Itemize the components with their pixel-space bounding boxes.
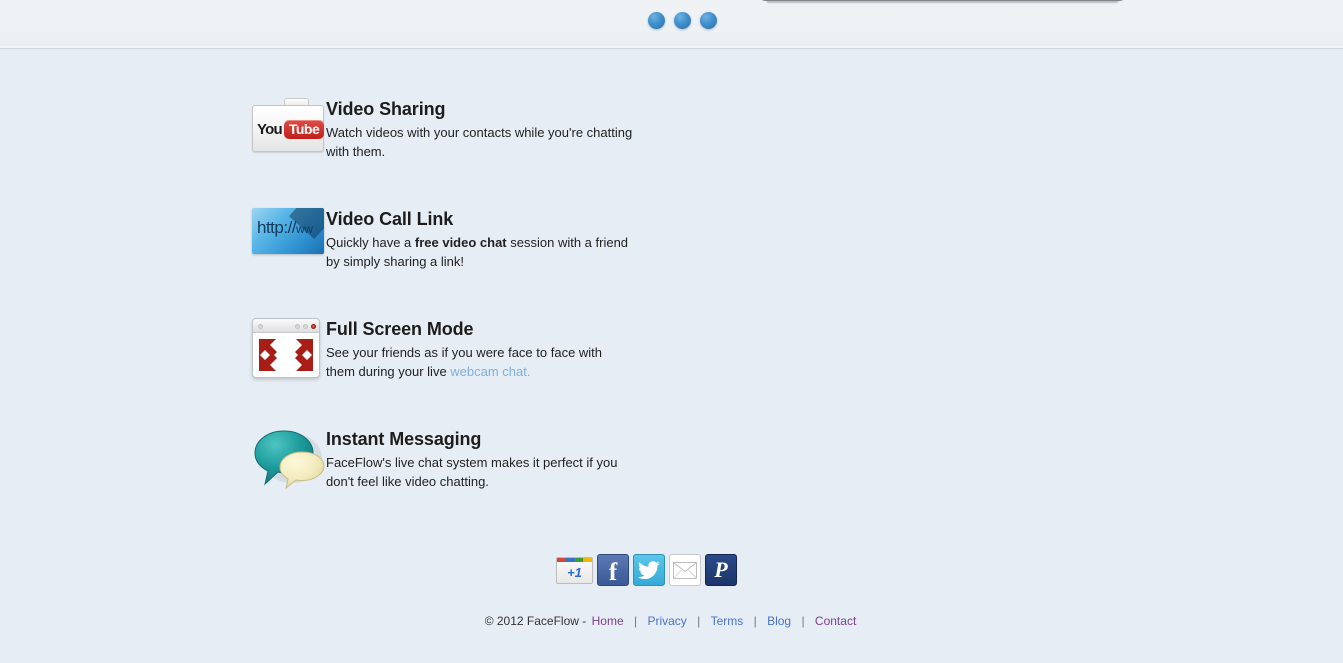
feature-text-wrap: Video Sharing Watch videos with your con… (326, 98, 636, 161)
feature-video-call-link: http://ww Video Call Link Quickly have a… (252, 208, 636, 271)
footer-link-home[interactable]: Home (592, 614, 624, 628)
desc-text: Watch videos with your contacts while yo… (326, 125, 633, 159)
footer-separator: | (633, 614, 638, 628)
footer-link-contact[interactable]: Contact (815, 614, 856, 628)
desc-text: FaceFlow's live chat system makes it per… (326, 455, 618, 489)
hero-strip (0, 0, 1343, 49)
twitter-bird-icon (638, 561, 660, 579)
desc-bold: free video chat (414, 235, 507, 250)
feature-description: See your friends as if you were face to … (326, 343, 616, 381)
http-link-icon: http://ww (252, 208, 324, 254)
google-plus-one-button[interactable]: +1 (556, 556, 593, 584)
footer-link-terms[interactable]: Terms (711, 614, 744, 628)
footer-copyright: © 2012 FaceFlow - (484, 614, 587, 628)
webcam-chat-link[interactable]: webcam chat. (450, 364, 530, 379)
http-icon-url-small: ww (296, 222, 313, 236)
window-dot-minimize (295, 323, 300, 329)
laptop-image (760, 0, 1125, 8)
facebook-share-button[interactable]: f (597, 554, 629, 586)
window-titlebar (253, 319, 319, 333)
footer: © 2012 FaceFlow - Home | Privacy | Terms… (0, 614, 1343, 628)
feature-description: Watch videos with your contacts while yo… (326, 123, 636, 161)
email-share-button[interactable] (669, 554, 701, 586)
youtube-logo: You Tube (257, 120, 325, 139)
feature-icon-wrap: http://ww (252, 208, 326, 254)
google-plus-one-label: +1 (567, 564, 582, 580)
twitter-share-button[interactable] (633, 554, 665, 586)
footer-separator: | (697, 614, 701, 628)
expand-arrows-icon (259, 339, 313, 371)
carousel-dot-2[interactable] (674, 12, 691, 29)
footer-link-privacy[interactable]: Privacy (647, 614, 686, 628)
feature-description: FaceFlow's live chat system makes it per… (326, 453, 636, 491)
fullscreen-window-icon (252, 318, 320, 378)
facebook-icon: f (608, 558, 618, 586)
window-dot-close (311, 323, 316, 329)
feature-text-wrap: Instant Messaging FaceFlow's live chat s… (326, 428, 636, 491)
social-share-row: +1 f P (556, 554, 737, 586)
window-dot-maximize (303, 323, 308, 329)
feature-title: Instant Messaging (326, 429, 482, 449)
http-icon-text: http://ww (257, 218, 313, 238)
feature-full-screen-mode: Full Screen Mode See your friends as if … (252, 318, 616, 381)
feature-description: Quickly have a free video chat session w… (326, 233, 636, 271)
feature-text-wrap: Full Screen Mode See your friends as if … (326, 318, 616, 381)
pinterest-share-button[interactable]: P (705, 554, 737, 586)
carousel-dot-3[interactable] (700, 12, 717, 29)
http-icon-url: http:// (257, 218, 297, 237)
chat-bubbles-icon (252, 428, 328, 492)
desc-text: Quickly have a (326, 235, 415, 250)
feature-title: Full Screen Mode (326, 319, 474, 339)
youtube-logo-tube: Tube (283, 120, 325, 139)
carousel-dot-1[interactable] (648, 12, 665, 29)
feature-video-sharing: You Tube Video Sharing Watch videos with… (252, 98, 636, 161)
feature-icon-wrap (252, 318, 326, 378)
pinterest-icon: P (714, 557, 728, 582)
youtube-folder-icon: You Tube (252, 98, 325, 152)
feature-icon-wrap: You Tube (252, 98, 326, 152)
feature-instant-messaging: Instant Messaging FaceFlow's live chat s… (252, 428, 636, 492)
youtube-logo-you: You (257, 121, 283, 138)
footer-separator: | (801, 614, 805, 628)
laptop-shadow (766, 0, 1119, 3)
window-dot-left (258, 323, 263, 329)
footer-link-blog[interactable]: Blog (767, 614, 791, 628)
envelope-icon (673, 561, 697, 579)
footer-separator: | (753, 614, 757, 628)
feature-title: Video Call Link (326, 209, 454, 229)
carousel-indicator[interactable] (648, 12, 717, 29)
feature-icon-wrap (252, 428, 326, 492)
feature-text-wrap: Video Call Link Quickly have a free vide… (326, 208, 636, 271)
feature-title: Video Sharing (326, 99, 446, 119)
